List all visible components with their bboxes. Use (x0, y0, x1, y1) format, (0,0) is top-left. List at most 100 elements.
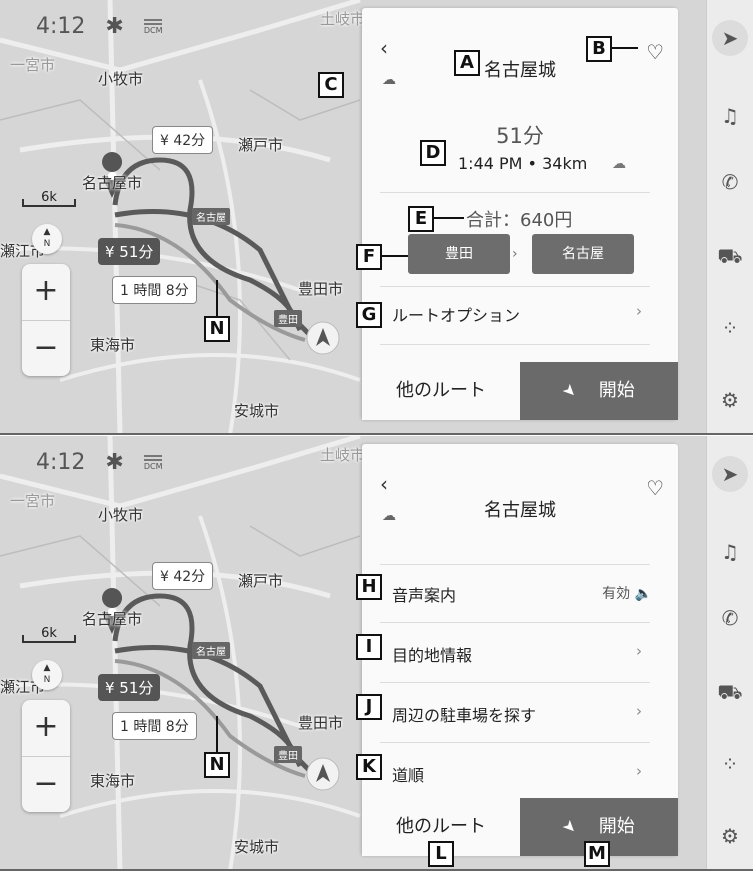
compass-icon[interactable]: ▲ N (32, 224, 62, 254)
route-bubble[interactable]: ¥ 42分 (152, 126, 214, 154)
city-label: 土岐市 (320, 10, 366, 28)
city-label: 瀬戸市 (238, 136, 284, 154)
callout-c: C (318, 72, 344, 98)
callout-leader (434, 217, 464, 219)
callout-b: B (586, 36, 612, 62)
back-chevron-icon[interactable]: ‹ (380, 472, 388, 496)
music-icon[interactable]: ♫ (707, 540, 753, 564)
weather-icon: ☁ (382, 508, 396, 524)
city-label: 名古屋市 (82, 174, 143, 192)
status-bar: 4:12 ✱ DCM (36, 14, 163, 39)
callout-g: G (356, 302, 382, 328)
bluetooth-icon: ✱ (105, 14, 124, 39)
clock: 4:12 (36, 14, 86, 39)
destination-panel: ‹ 名古屋城 ♡ ☁ 音声案内 有効 🔈 目的地情報 › 周辺の駐車場を探す ›… (362, 444, 678, 856)
arrival-eta-distance: 1:44 PM • 34km (458, 154, 588, 173)
route-bubble-selected[interactable]: ¥ 51分 (98, 238, 161, 265)
city-label: 土岐市 (320, 446, 366, 464)
start-button[interactable]: ➤ 開始 (520, 362, 678, 420)
car-icon[interactable]: ⛟ (707, 680, 753, 707)
route-bubble-selected[interactable]: ¥ 51分 (98, 674, 161, 701)
road-sign: 豊田 (274, 746, 302, 763)
destination-info-row[interactable]: 目的地情報 › (380, 628, 660, 678)
find-parking-row[interactable]: 周辺の駐車場を探す › (380, 688, 660, 738)
callout-n: N (204, 752, 230, 778)
route-duration: 51分 (496, 124, 544, 148)
apps-icon[interactable]: ⁘ (707, 316, 753, 340)
callout-leader (216, 716, 218, 752)
chevron-right-icon: › (636, 302, 642, 320)
callout-i: I (356, 634, 382, 660)
callout-e: E (408, 206, 434, 232)
voice-guidance-row[interactable]: 音声案内 有効 🔈 (380, 568, 660, 618)
divider (380, 682, 650, 683)
route-options-label: ルートオプション (392, 306, 521, 325)
zoom-controls: + − (22, 700, 70, 812)
settings-gear-icon[interactable]: ⚙ (707, 388, 753, 412)
directions-label: 道順 (392, 766, 425, 785)
divider (380, 564, 650, 565)
other-routes-button[interactable]: 他のルート (362, 362, 520, 420)
divider (380, 192, 650, 193)
zoom-in-button[interactable]: + (22, 264, 70, 321)
divider (380, 742, 650, 743)
navigation-arrow-icon: ➤ (558, 379, 582, 403)
phone-icon[interactable]: ✆ (707, 170, 753, 194)
voice-guidance-status: 有効 🔈 (602, 586, 652, 602)
callout-d: D (420, 140, 446, 166)
chevron-right-icon: › (636, 702, 642, 720)
music-icon[interactable]: ♫ (707, 104, 753, 128)
route-options-row[interactable]: ルートオプション › (380, 288, 660, 338)
route-bubble[interactable]: 1 時間 8分 (112, 276, 197, 304)
destination-title: 名古屋城 (484, 60, 556, 81)
road-sign: 名古屋 (192, 208, 230, 225)
settings-gear-icon[interactable]: ⚙ (707, 824, 753, 848)
destination-title: 名古屋城 (484, 500, 556, 521)
route-summary-screen: 4:12 ✱ DCM 土岐市 一宮市 小牧市 瀬戸市 名古屋市 豊田市 東海市 … (0, 0, 753, 435)
route-bubble[interactable]: 1 時間 8分 (112, 712, 197, 740)
callout-n: N (204, 316, 230, 342)
directions-row[interactable]: 道順 › (380, 748, 660, 798)
map-scale: 6k (22, 626, 76, 643)
road-sign: 名古屋 (192, 642, 230, 659)
favorite-heart-icon[interactable]: ♡ (646, 40, 664, 64)
zoom-in-button[interactable]: + (22, 700, 70, 757)
callout-j: J (356, 694, 382, 720)
phone-icon[interactable]: ✆ (707, 606, 753, 630)
callout-l: L (428, 841, 454, 867)
navigation-icon[interactable]: ➤ (712, 20, 748, 56)
callout-m: M (584, 841, 610, 867)
find-parking-label: 周辺の駐車場を探す (392, 706, 537, 725)
voice-guidance-label: 音声案内 (392, 586, 457, 605)
zoom-out-button[interactable]: − (22, 321, 70, 377)
city-label: 一宮市 (10, 492, 56, 510)
dcm-signal-icon: DCM (143, 18, 163, 35)
zoom-controls: + − (22, 264, 70, 376)
apps-icon[interactable]: ⁘ (707, 752, 753, 776)
clock: 4:12 (36, 450, 86, 475)
compass-icon[interactable]: ▲ N (32, 660, 62, 690)
chevron-right-icon: › (636, 762, 642, 780)
status-bar: 4:12 ✱ DCM (36, 450, 163, 475)
navigation-icon[interactable]: ➤ (712, 456, 748, 492)
city-label: 安城市 (234, 838, 280, 856)
route-bubble[interactable]: ¥ 42分 (152, 562, 214, 590)
callout-a: A (454, 50, 480, 76)
zoom-out-button[interactable]: − (22, 757, 70, 813)
callout-f: F (356, 244, 382, 270)
city-label: 東海市 (90, 772, 136, 790)
weather-icon: ☁ (382, 72, 396, 88)
map-scale: 6k (22, 190, 76, 207)
city-label: 名古屋市 (82, 610, 143, 628)
favorite-heart-icon[interactable]: ♡ (646, 476, 664, 500)
callout-leader (612, 47, 638, 49)
callout-leader (216, 280, 218, 316)
app-sidebar: ➤ ♫ ✆ ⛟ ⁘ ⚙ (706, 0, 753, 433)
toll-exit-button[interactable]: 名古屋 (532, 234, 634, 274)
callout-leader (382, 255, 408, 257)
car-icon[interactable]: ⛟ (707, 244, 753, 271)
toll-entry-button[interactable]: 豊田 (408, 234, 510, 274)
destination-menu-screen: 4:12 ✱ DCM 土岐市 一宮市 小牧市 瀬戸市 名古屋市 豊田市 東海市 … (0, 436, 753, 871)
divider (380, 286, 650, 287)
dcm-signal-icon: DCM (143, 454, 163, 471)
